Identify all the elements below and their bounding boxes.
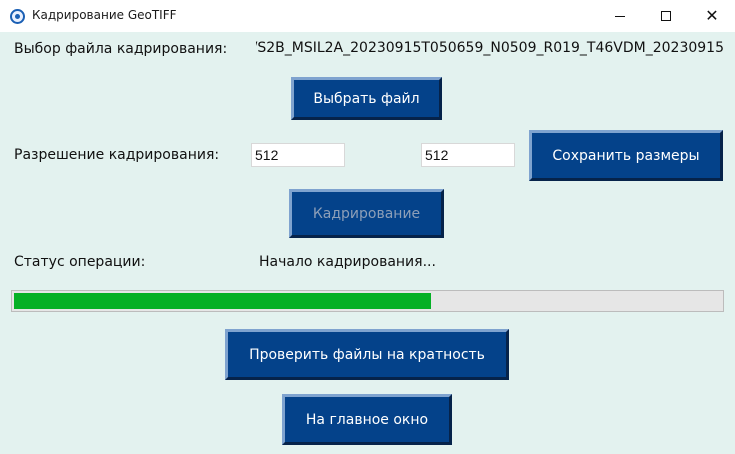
- save-sizes-button[interactable]: Сохранить размеры: [529, 130, 723, 181]
- status-label: Статус операции:: [14, 254, 146, 270]
- minimize-icon: [615, 15, 625, 17]
- resolution-label: Разрешение кадрирования:: [14, 147, 220, 163]
- minimize-button[interactable]: [597, 0, 643, 32]
- file-select-label: Выбор файла кадрирования:: [14, 41, 228, 57]
- maximize-icon: [661, 11, 671, 21]
- progress-bar-fill: [14, 293, 431, 309]
- app-icon: [10, 9, 25, 24]
- select-file-button[interactable]: Выбрать файл: [291, 77, 442, 120]
- crop-button[interactable]: Кадрирование: [289, 189, 444, 238]
- resolution-width-input[interactable]: [251, 143, 345, 167]
- window-title: Кадрирование GeoTIFF: [32, 8, 177, 22]
- close-button[interactable]: ✕: [689, 0, 735, 32]
- main-window-button[interactable]: На главное окно: [282, 394, 452, 445]
- file-path-display: e/S2B_MSIL2A_20230915T050659_N0509_R019_…: [256, 40, 724, 62]
- file-path-text: e/S2B_MSIL2A_20230915T050659_N0509_R019_…: [256, 40, 724, 56]
- check-files-button[interactable]: Проверить файлы на кратность: [225, 329, 509, 380]
- resolution-height-input[interactable]: [421, 143, 515, 167]
- progress-bar: [11, 290, 724, 312]
- status-text: Начало кадрирования...: [259, 254, 436, 270]
- close-icon: ✕: [705, 6, 719, 25]
- title-bar: Кадрирование GeoTIFF ✕: [0, 0, 735, 32]
- maximize-button[interactable]: [643, 0, 689, 32]
